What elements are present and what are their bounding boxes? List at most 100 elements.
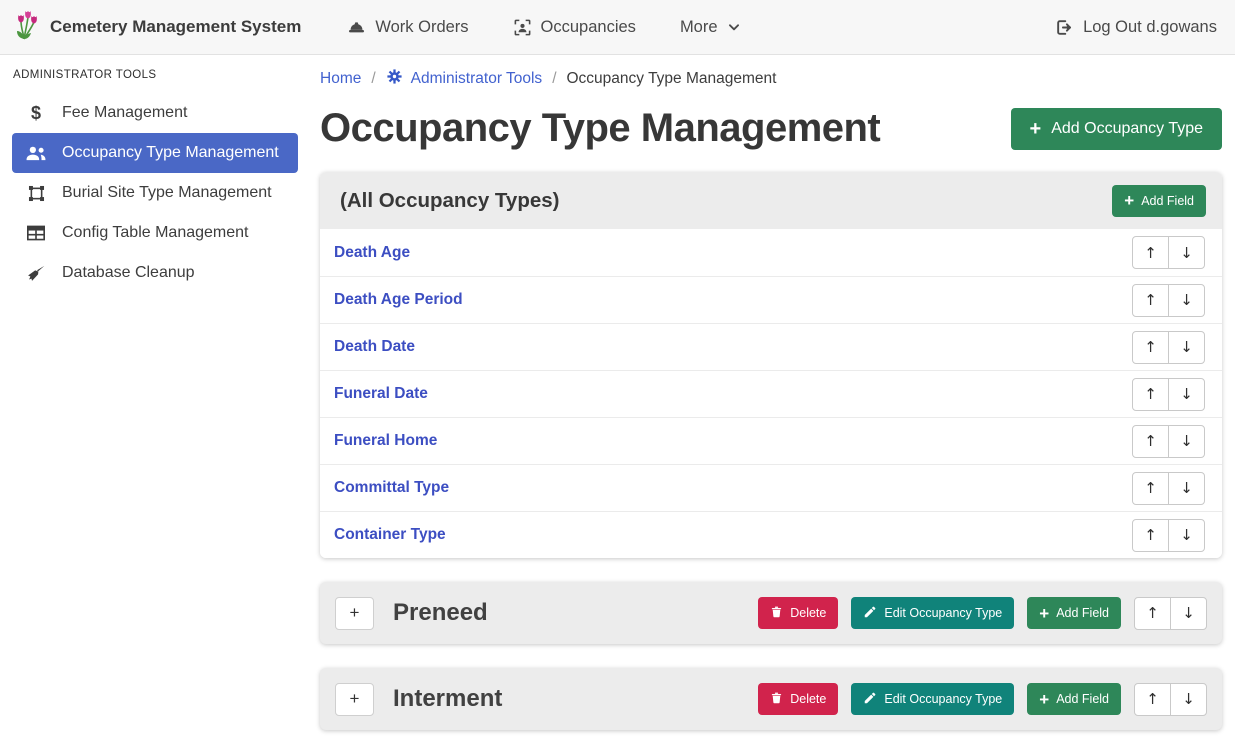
- move-up-button[interactable]: ↑: [1132, 519, 1169, 552]
- card-title: (All Occupancy Types): [340, 189, 559, 213]
- edit-occupancy-type-button[interactable]: Edit Occupancy Type: [851, 597, 1014, 629]
- sidebar: ADMINISTRATOR TOOLS $ Fee Management Occ…: [0, 55, 310, 738]
- field-link-death-date[interactable]: Death Date: [334, 338, 415, 356]
- chevron-down-icon: [727, 20, 741, 34]
- move-up-button[interactable]: ↑: [1132, 472, 1169, 505]
- field-row: Funeral Home ↑ ↓: [320, 417, 1222, 464]
- occupancy-icon: [513, 18, 532, 37]
- move-up-button[interactable]: ↑: [1132, 236, 1169, 269]
- all-occupancy-types-card: (All Occupancy Types) + Add Field Death …: [320, 172, 1222, 558]
- move-up-button[interactable]: ↑: [1134, 597, 1171, 630]
- section-actions: Delete Edit Occupancy Type + Add Field: [758, 597, 1207, 630]
- add-occupancy-type-button[interactable]: + Add Occupancy Type: [1011, 108, 1222, 150]
- reorder-controls: ↑ ↓: [1134, 597, 1207, 630]
- nav-item-occupancies[interactable]: Occupancies: [513, 18, 636, 37]
- sidebar-item-label: Config Table Management: [62, 224, 249, 242]
- edit-occupancy-type-button[interactable]: Edit Occupancy Type: [851, 683, 1014, 715]
- plus-icon: +: [1030, 119, 1042, 139]
- sidebar-item-config-table-management[interactable]: Config Table Management: [12, 213, 298, 253]
- move-down-button[interactable]: ↓: [1168, 519, 1205, 552]
- sidebar-item-occupancy-type-management[interactable]: Occupancy Type Management: [12, 133, 298, 173]
- breadcrumb-current: Occupancy Type Management: [567, 70, 777, 88]
- field-link-funeral-home[interactable]: Funeral Home: [334, 432, 437, 450]
- logout-button[interactable]: Log Out d.gowans: [1055, 18, 1217, 37]
- field-row: Committal Type ↑ ↓: [320, 464, 1222, 511]
- reorder-controls: ↑ ↓: [1132, 519, 1205, 552]
- move-up-button[interactable]: ↑: [1132, 331, 1169, 364]
- breadcrumb: Home /: [320, 68, 1222, 90]
- add-field-button[interactable]: + Add Field: [1027, 597, 1121, 629]
- sidebar-section-title: ADMINISTRATOR TOOLS: [12, 63, 298, 93]
- field-link-death-age-period[interactable]: Death Age Period: [334, 291, 463, 309]
- trash-icon: [770, 605, 783, 622]
- move-down-button[interactable]: ↓: [1168, 425, 1205, 458]
- field-row: Container Type ↑ ↓: [320, 511, 1222, 558]
- field-row: Funeral Date ↑ ↓: [320, 370, 1222, 417]
- section-title: Interment: [393, 685, 502, 713]
- breadcrumb-admin-tools-link[interactable]: Administrator Tools: [386, 68, 543, 90]
- delete-button[interactable]: Delete: [758, 597, 838, 629]
- move-down-button[interactable]: ↓: [1168, 378, 1205, 411]
- hard-hat-icon: [347, 18, 366, 37]
- nav-item-work-orders[interactable]: Work Orders: [347, 18, 468, 37]
- nav-links: Work Orders Occupancies More: [347, 18, 740, 37]
- sidebar-item-burial-site-type-management[interactable]: Burial Site Type Management: [12, 173, 298, 213]
- nav-item-more[interactable]: More: [680, 18, 741, 37]
- brand[interactable]: Cemetery Management System: [14, 9, 301, 46]
- move-down-button[interactable]: ↓: [1170, 683, 1207, 716]
- logout-label: Log Out d.gowans: [1083, 18, 1217, 37]
- expand-button[interactable]: +: [335, 683, 374, 716]
- move-up-button[interactable]: ↑: [1132, 378, 1169, 411]
- pencil-icon: [863, 691, 877, 708]
- reorder-controls: ↑ ↓: [1132, 284, 1205, 317]
- section-actions: Delete Edit Occupancy Type + Add Field: [758, 683, 1207, 716]
- expand-button[interactable]: +: [335, 597, 374, 630]
- field-row: Death Age Period ↑ ↓: [320, 276, 1222, 323]
- plus-icon: +: [1124, 192, 1134, 209]
- move-up-button[interactable]: ↑: [1132, 284, 1169, 317]
- move-up-button[interactable]: ↑: [1132, 425, 1169, 458]
- tulip-logo-icon: [14, 9, 40, 46]
- burial-site-icon: [25, 184, 47, 203]
- add-field-button[interactable]: + Add Field: [1112, 185, 1206, 217]
- move-down-button[interactable]: ↓: [1168, 331, 1205, 364]
- field-row: Death Date ↑ ↓: [320, 323, 1222, 370]
- field-link-funeral-date[interactable]: Funeral Date: [334, 385, 428, 403]
- trash-icon: [770, 691, 783, 708]
- move-down-button[interactable]: ↓: [1170, 597, 1207, 630]
- top-navbar: Cemetery Management System Work Orders: [0, 0, 1235, 55]
- sidebar-item-label: Database Cleanup: [62, 264, 195, 282]
- sidebar-item-label: Burial Site Type Management: [62, 184, 272, 202]
- users-icon: [25, 144, 47, 162]
- move-up-button[interactable]: ↑: [1134, 683, 1171, 716]
- reorder-controls: ↑ ↓: [1132, 378, 1205, 411]
- sidebar-item-fee-management[interactable]: $ Fee Management: [12, 93, 298, 133]
- card-header: (All Occupancy Types) + Add Field: [320, 172, 1222, 229]
- table-icon: [25, 224, 47, 242]
- broom-icon: [25, 263, 47, 283]
- field-row: Death Age ↑ ↓: [320, 229, 1222, 276]
- breadcrumb-home-link[interactable]: Home: [320, 70, 361, 88]
- field-link-container-type[interactable]: Container Type: [334, 526, 446, 544]
- logout-icon: [1055, 18, 1074, 37]
- nav-item-label: Occupancies: [541, 18, 636, 37]
- add-field-button[interactable]: + Add Field: [1027, 683, 1121, 715]
- app-title: Cemetery Management System: [50, 17, 301, 37]
- section-title: Preneed: [393, 599, 488, 627]
- section-preneed: + Preneed Delete: [320, 582, 1222, 644]
- move-down-button[interactable]: ↓: [1168, 236, 1205, 269]
- nav-item-label: More: [680, 18, 718, 37]
- delete-button[interactable]: Delete: [758, 683, 838, 715]
- move-down-button[interactable]: ↓: [1168, 284, 1205, 317]
- plus-icon: +: [1039, 691, 1049, 708]
- reorder-controls: ↑ ↓: [1132, 472, 1205, 505]
- field-link-committal-type[interactable]: Committal Type: [334, 479, 449, 497]
- reorder-controls: ↑ ↓: [1132, 236, 1205, 269]
- pencil-icon: [863, 605, 877, 622]
- reorder-controls: ↑ ↓: [1134, 683, 1207, 716]
- field-link-death-age[interactable]: Death Age: [334, 244, 410, 262]
- sidebar-item-database-cleanup[interactable]: Database Cleanup: [12, 253, 298, 293]
- move-down-button[interactable]: ↓: [1168, 472, 1205, 505]
- reorder-controls: ↑ ↓: [1132, 331, 1205, 364]
- sidebar-item-label: Occupancy Type Management: [62, 144, 279, 162]
